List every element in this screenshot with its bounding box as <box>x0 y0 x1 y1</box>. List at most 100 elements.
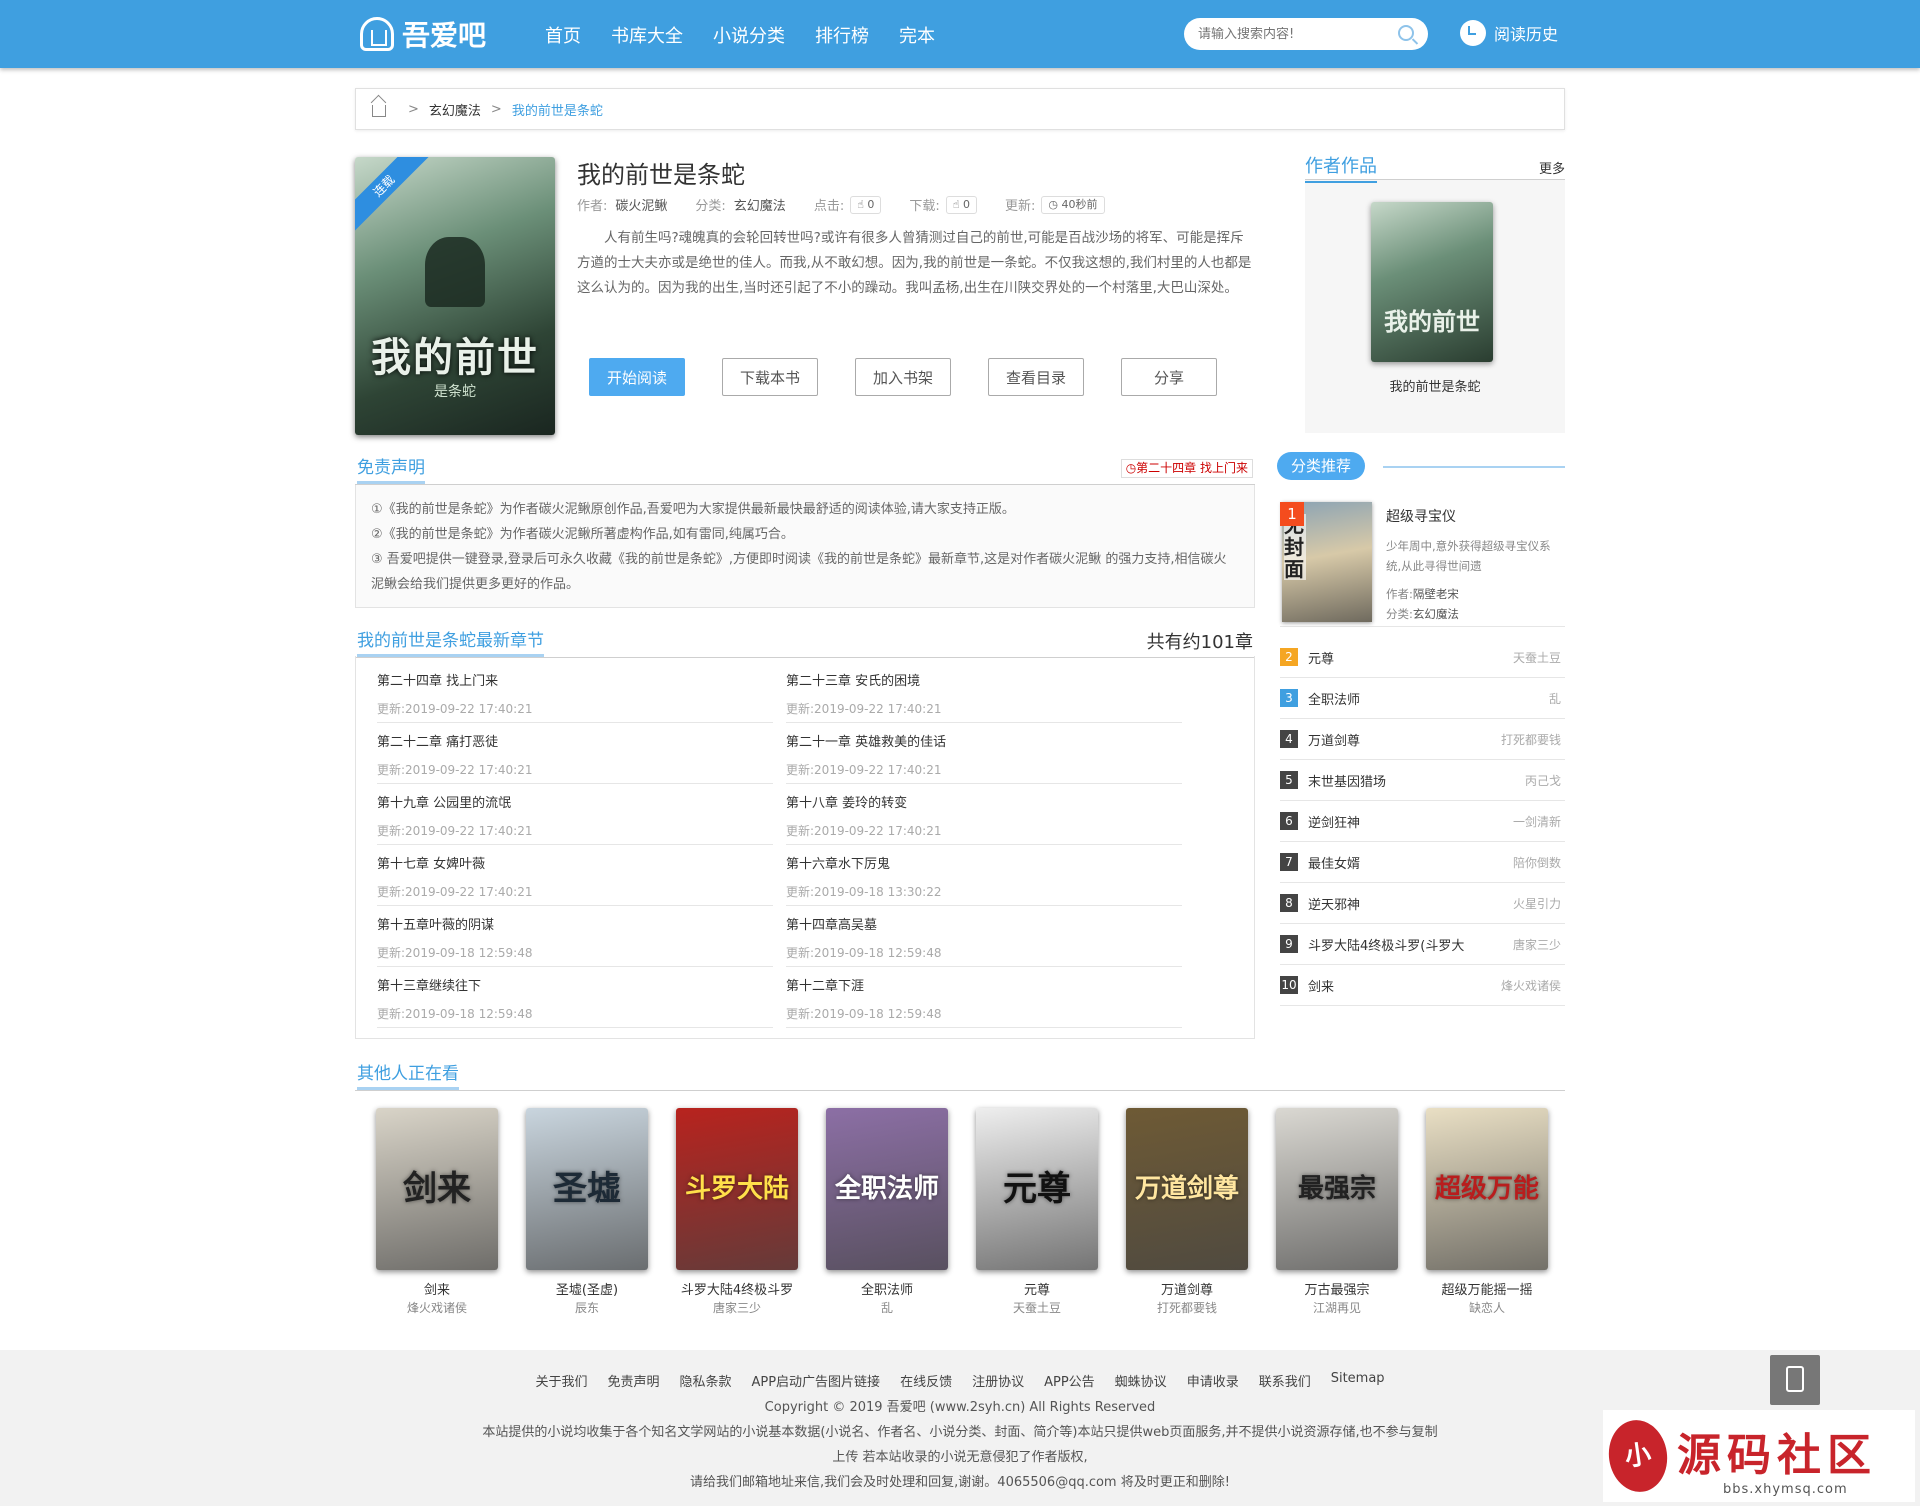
recommend-book-title[interactable]: 逆剑狂神 <box>1308 812 1513 831</box>
start-reading-button[interactable]: 开始阅读 <box>589 358 685 396</box>
chapter-name[interactable]: 第二十四章 找上门来 <box>377 670 498 689</box>
search-icon[interactable] <box>1398 25 1414 41</box>
book-name[interactable]: 万古最强宗 <box>1262 1279 1412 1298</box>
breadcrumb-category[interactable]: 玄幻魔法 <box>429 100 481 119</box>
book-cover[interactable]: 超级万能 <box>1426 1108 1548 1270</box>
footer-link[interactable]: APP公告 <box>1044 1371 1095 1390</box>
nav-library[interactable]: 书库大全 <box>611 22 683 48</box>
book-cover[interactable]: 圣墟 <box>526 1108 648 1270</box>
footer-link[interactable]: 蜘蛛协议 <box>1115 1371 1167 1390</box>
book-card[interactable]: 圣墟 圣墟(圣虚) 辰东 <box>512 1108 662 1316</box>
book-cover[interactable]: 斗罗大陆 <box>676 1108 798 1270</box>
recommend-book-title[interactable]: 斗罗大陆4终极斗罗(斗罗大 <box>1308 935 1513 954</box>
recommend-top-item[interactable]: 无封面 1 超级寻宝仪 少年周中,意外获得超级寻宝仪系统,从此寻得世间遗 作者:… <box>1280 502 1565 627</box>
chapter-name[interactable]: 第十四章高吴墓 <box>786 914 877 933</box>
latest-chapter-tag[interactable]: ◷第二十四章 找上门来 <box>1120 459 1253 478</box>
footer-link[interactable]: 免责声明 <box>607 1371 659 1390</box>
book-card[interactable]: 万道剑尊 万道剑尊 打死都要钱 <box>1112 1108 1262 1316</box>
search-input[interactable] <box>1198 26 1388 42</box>
home-icon[interactable] <box>372 105 386 117</box>
author-work-cover[interactable]: 我的前世 <box>1371 202 1493 362</box>
recommend-book-title[interactable]: 逆天邪神 <box>1308 894 1513 913</box>
book-card[interactable]: 斗罗大陆 斗罗大陆4终极斗罗 唐家三少 <box>662 1108 812 1316</box>
chapter-item[interactable]: 第二十四章 找上门来 更新:2019-09-22 17:40:21 <box>377 662 773 723</box>
book-cover[interactable]: 最强宗 <box>1276 1108 1398 1270</box>
book-card[interactable]: 全职法师 全职法师乱 <box>812 1108 962 1316</box>
top-book-title[interactable]: 超级寻宝仪 <box>1386 506 1456 526</box>
chapter-item[interactable]: 第十五章叶薇的阴谋 更新:2019-09-18 12:59:48 <box>377 906 773 967</box>
footer-link[interactable]: 注册协议 <box>972 1371 1024 1390</box>
chapter-item[interactable]: 第十七章 女婢叶薇 更新:2019-09-22 17:40:21 <box>377 845 773 906</box>
recommend-book-title[interactable]: 最佳女婿 <box>1308 853 1513 872</box>
tablet-icon[interactable] <box>1770 1355 1820 1405</box>
recommend-list-item[interactable]: 9 斗罗大陆4终极斗罗(斗罗大 唐家三少 <box>1280 924 1565 965</box>
reading-history-link[interactable]: 阅读历史 <box>1460 20 1558 46</box>
book-name[interactable]: 斗罗大陆4终极斗罗 <box>662 1279 812 1298</box>
chapter-name[interactable]: 第十八章 姜玲的转变 <box>786 792 907 811</box>
book-card[interactable]: 元尊 元尊 天蚕土豆 <box>962 1108 1112 1316</box>
chapter-name[interactable]: 第十六章水下厉鬼 <box>786 853 890 872</box>
chapter-name[interactable]: 第二十一章 英雄救美的佳话 <box>786 731 946 750</box>
view-toc-button[interactable]: 查看目录 <box>988 358 1084 396</box>
chapter-item[interactable]: 第十二章下涯 更新:2019-09-18 12:59:48 <box>786 967 1182 1028</box>
book-name[interactable]: 剑来 <box>362 1279 512 1298</box>
recommend-list-item[interactable]: 6 逆剑狂神 一剑清新 <box>1280 801 1565 842</box>
share-button[interactable]: 分享 <box>1121 358 1217 396</box>
chapter-item[interactable]: 第二十二章 痛打恶徒 更新:2019-09-22 17:40:21 <box>377 723 773 784</box>
book-name[interactable]: 全职法师 <box>812 1279 962 1298</box>
author-work-name[interactable]: 我的前世是条蛇 <box>1305 376 1565 395</box>
chapter-item[interactable]: 第十六章水下厉鬼 更新:2019-09-18 13:30:22 <box>786 845 1182 906</box>
author-name[interactable]: 碳火泥鳅 <box>615 195 667 214</box>
book-category[interactable]: 玄幻魔法 <box>734 195 786 214</box>
chapter-item[interactable]: 第二十三章 安氏的困境 更新:2019-09-22 17:40:21 <box>786 662 1182 723</box>
chapter-item[interactable]: 第十九章 公园里的流氓 更新:2019-09-22 17:40:21 <box>377 784 773 845</box>
book-card[interactable]: 剑来 剑来 烽火戏诸侯 <box>362 1108 512 1316</box>
book-cover[interactable]: 全职法师 <box>826 1108 948 1270</box>
chapter-item[interactable]: 第十八章 姜玲的转变 更新:2019-09-22 17:40:21 <box>786 784 1182 845</box>
recommend-book-title[interactable]: 剑来 <box>1308 976 1501 995</box>
footer-link[interactable]: 隐私条款 <box>679 1371 731 1390</box>
footer-link[interactable]: 联系我们 <box>1259 1371 1311 1390</box>
recommend-list-item[interactable]: 5 末世基因猎场 丙己戈 <box>1280 760 1565 801</box>
book-name[interactable]: 万道剑尊 <box>1112 1279 1262 1298</box>
recommend-list-item[interactable]: 10 剑来 烽火戏诸侯 <box>1280 965 1565 1006</box>
nav-home[interactable]: 首页 <box>545 22 581 48</box>
footer-link[interactable]: 申请收录 <box>1187 1371 1239 1390</box>
book-cover[interactable]: 剑来 <box>376 1108 498 1270</box>
footer-link[interactable]: Sitemap <box>1331 1371 1385 1390</box>
book-card[interactable]: 最强宗 万古最强宗 江湖再见 <box>1262 1108 1412 1316</box>
footer-link[interactable]: 关于我们 <box>535 1371 587 1390</box>
book-card[interactable]: 超级万能 超级万能摇一摇 缺恋人 <box>1412 1108 1562 1316</box>
chapter-item[interactable]: 第十四章高吴墓 更新:2019-09-18 12:59:48 <box>786 906 1182 967</box>
site-logo[interactable]: 吾爱吧 <box>360 14 486 54</box>
chapter-name[interactable]: 第二十三章 安氏的困境 <box>786 670 920 689</box>
footer-link[interactable]: 在线反馈 <box>900 1371 952 1390</box>
book-cover[interactable]: 元尊 <box>976 1108 1098 1270</box>
book-name[interactable]: 元尊 <box>962 1279 1112 1298</box>
chapter-item[interactable]: 第十三章继续往下 更新:2019-09-18 12:59:48 <box>377 967 773 1028</box>
add-bookshelf-button[interactable]: 加入书架 <box>855 358 951 396</box>
recommend-list-item[interactable]: 4 万道剑尊 打死都要钱 <box>1280 719 1565 760</box>
nav-category[interactable]: 小说分类 <box>713 22 785 48</box>
author-works-more[interactable]: 更多 <box>1539 158 1565 177</box>
chapter-name[interactable]: 第十二章下涯 <box>786 975 864 994</box>
chapter-item[interactable]: 第二十一章 英雄救美的佳话 更新:2019-09-22 17:40:21 <box>786 723 1182 784</box>
chapter-name[interactable]: 第十五章叶薇的阴谋 <box>377 914 494 933</box>
nav-finished[interactable]: 完本 <box>899 22 935 48</box>
recommend-list-item[interactable]: 2 元尊 天蚕土豆 <box>1280 637 1565 678</box>
chapter-name[interactable]: 第二十二章 痛打恶徒 <box>377 731 498 750</box>
recommend-book-title[interactable]: 全职法师 <box>1308 689 1549 708</box>
book-name[interactable]: 超级万能摇一摇 <box>1412 1279 1562 1298</box>
chapter-name[interactable]: 第十三章继续往下 <box>377 975 481 994</box>
book-name[interactable]: 圣墟(圣虚) <box>512 1279 662 1298</box>
download-button[interactable]: 下载本书 <box>722 358 818 396</box>
recommend-book-title[interactable]: 末世基因猎场 <box>1308 771 1525 790</box>
nav-ranking[interactable]: 排行榜 <box>815 22 869 48</box>
recommend-book-title[interactable]: 万道剑尊 <box>1308 730 1501 749</box>
recommend-list-item[interactable]: 8 逆天邪神 火星引力 <box>1280 883 1565 924</box>
footer-link[interactable]: APP启动广告图片链接 <box>751 1371 880 1390</box>
chapter-name[interactable]: 第十九章 公园里的流氓 <box>377 792 511 811</box>
recommend-book-title[interactable]: 元尊 <box>1308 648 1513 667</box>
book-cover[interactable]: 万道剑尊 <box>1126 1108 1248 1270</box>
recommend-list-item[interactable]: 3 全职法师乱 <box>1280 678 1565 719</box>
